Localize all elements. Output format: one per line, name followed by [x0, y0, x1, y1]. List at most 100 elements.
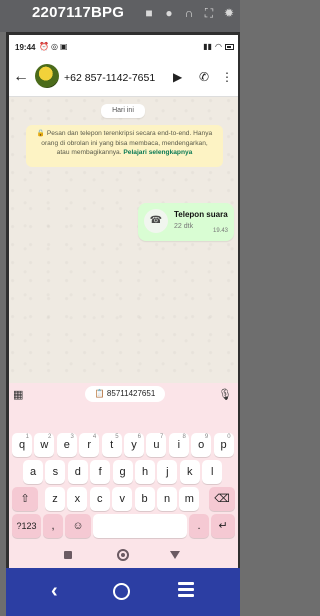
headphones-icon[interactable]: ∩: [182, 6, 196, 20]
key-x-label: x: [74, 493, 81, 505]
key-q[interactable]: q1: [12, 433, 32, 457]
space-key[interactable]: [93, 514, 187, 538]
status-system-icons: ▮▮ ◠: [203, 42, 234, 51]
key-e-label: e: [63, 439, 70, 451]
key-l[interactable]: l: [202, 460, 223, 484]
clipboard-text: 85711427651: [106, 389, 156, 398]
encryption-notice[interactable]: 🔒 Pesan dan telepon terenkripsi secara e…: [26, 125, 223, 167]
key-k[interactable]: k: [179, 460, 200, 484]
key-f[interactable]: f: [90, 460, 111, 484]
key-v-label: v: [119, 493, 125, 505]
keyboard: ▦ 📋 85711427651 🎙 ?123 , ☺ . ↵ ⇧ ⌫ q 1 w…: [9, 383, 238, 568]
key-x[interactable]: x: [67, 487, 88, 511]
contact-name[interactable]: +62 857-1142-7651: [64, 72, 155, 84]
keyboard-collapse-icon[interactable]: [170, 551, 180, 559]
key-b[interactable]: b: [134, 487, 155, 511]
key-j-label: j: [166, 466, 169, 478]
status-time: 19:44: [15, 43, 36, 52]
keyboard-hide-icon[interactable]: [64, 551, 72, 559]
fullscreen-icon[interactable]: ⛶: [202, 6, 216, 20]
more-options-icon[interactable]: ⋮: [221, 70, 233, 84]
signal-icon: ▮▮: [203, 42, 213, 51]
key-u[interactable]: u7: [146, 433, 167, 457]
key-k-label: k: [187, 466, 193, 478]
key-r[interactable]: r4: [79, 433, 100, 457]
key-q-label: q: [18, 439, 26, 451]
call-received-icon: ☎: [144, 209, 168, 233]
chat-area: Hari ini 🔒 Pesan dan telepon terenkripsi…: [9, 97, 238, 441]
status-bar: 19:44 ⏰ ◎ ▣ ▮▮ ◠: [9, 35, 238, 59]
phone-frame: 19:44 ⏰ ◎ ▣ ▮▮ ◠ ← +62 857-1142-7651 ▶ ✆…: [6, 32, 240, 616]
contact-avatar[interactable]: [35, 64, 59, 88]
key-g-label: g: [119, 466, 126, 478]
key-s[interactable]: s: [45, 460, 66, 484]
key-l-label: l: [210, 466, 214, 478]
nav-home-icon[interactable]: [113, 583, 130, 600]
key-g[interactable]: g: [112, 460, 133, 484]
camera-icon[interactable]: ■: [142, 6, 156, 20]
key-d[interactable]: d: [67, 460, 88, 484]
app-notification-icon: ▣: [59, 42, 68, 51]
keyboard-mic-icon[interactable]: 🎙: [218, 388, 232, 401]
key-c[interactable]: c: [89, 487, 110, 511]
status-notification-icons: ⏰ ◎ ▣: [39, 42, 68, 51]
notification-icon: ◎: [50, 42, 58, 51]
video-call-icon[interactable]: ▶: [173, 70, 182, 84]
key-d-label: d: [74, 466, 81, 478]
battery-icon: [225, 43, 234, 50]
device-toolbar: 2207117BPG ■ ● ∩ ⛶ ✹: [0, 0, 240, 32]
key-q-hint: 1: [25, 434, 29, 440]
key-z[interactable]: z: [45, 487, 65, 511]
key-i-hint: 8: [182, 434, 186, 440]
key-s-label: s: [52, 466, 59, 478]
key-u-label: u: [153, 439, 160, 451]
key-w[interactable]: w2: [34, 433, 55, 457]
date-divider: Hari ini: [101, 104, 145, 118]
backspace-key[interactable]: ⌫: [209, 487, 235, 511]
key-p-label: p: [220, 439, 227, 451]
key-v[interactable]: v: [112, 487, 133, 511]
phone-screen: 19:44 ⏰ ◎ ▣ ▮▮ ◠ ← +62 857-1142-7651 ▶ ✆…: [9, 35, 238, 568]
period-key[interactable]: .: [189, 514, 209, 538]
key-a[interactable]: a: [23, 460, 43, 484]
gear-icon[interactable]: ✹: [222, 6, 236, 20]
mic-icon[interactable]: ●: [162, 6, 176, 20]
key-f-label: f: [98, 466, 102, 478]
key-t[interactable]: t5: [101, 433, 122, 457]
key-h-label: h: [141, 466, 149, 478]
learn-more-link[interactable]: Pelajari selengkapnya: [123, 149, 192, 156]
key-n[interactable]: n: [157, 487, 177, 511]
key-i[interactable]: i8: [168, 433, 189, 457]
key-o[interactable]: o9: [191, 433, 212, 457]
key-y[interactable]: y6: [124, 433, 144, 457]
enter-key[interactable]: ↵: [211, 514, 235, 538]
nav-menu-icon[interactable]: [178, 582, 194, 600]
key-o-hint: 9: [204, 434, 209, 440]
emoji-key[interactable]: ☺: [65, 514, 91, 538]
key-w-hint: 2: [48, 434, 52, 440]
symbols-key[interactable]: ?123: [12, 514, 41, 538]
voice-call-bubble[interactable]: ☎ Telepon suara 22 dtk 19.43: [138, 203, 234, 241]
nav-back-icon[interactable]: ‹: [51, 580, 58, 603]
key-h[interactable]: h: [135, 460, 155, 484]
key-y-hint: 6: [137, 434, 141, 440]
clipboard-suggestion[interactable]: 📋 85711427651: [85, 386, 165, 402]
back-arrow-icon[interactable]: ←: [13, 68, 29, 86]
apps-grid-icon[interactable]: ▦: [13, 388, 23, 401]
keyboard-switch-icon[interactable]: [117, 549, 129, 561]
shift-key[interactable]: ⇧: [12, 487, 38, 511]
wifi-icon: ◠: [215, 42, 222, 51]
device-toolbar-icons: ■ ● ∩ ⛶ ✹: [142, 6, 236, 20]
key-j[interactable]: j: [157, 460, 178, 484]
key-m[interactable]: m: [179, 487, 200, 511]
key-y-label: y: [131, 439, 137, 451]
key-e[interactable]: e3: [56, 433, 77, 457]
key-m-label: m: [184, 493, 194, 505]
system-nav-bar: ‹: [6, 568, 240, 616]
comma-key[interactable]: ,: [43, 514, 63, 538]
call-title: Telepon suara: [174, 210, 228, 219]
key-o-label: o: [198, 439, 205, 451]
key-p[interactable]: p0: [213, 433, 234, 457]
voice-call-icon[interactable]: ✆: [199, 70, 209, 84]
key-e-hint: 3: [70, 434, 74, 440]
